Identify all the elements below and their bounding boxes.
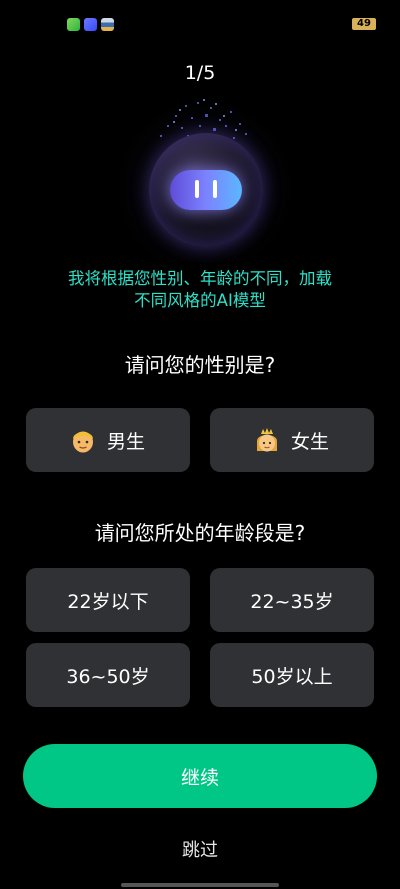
age-option-label: 36~50岁 bbox=[66, 665, 150, 688]
princess-emoji-icon bbox=[256, 428, 277, 452]
step-indicator: 1/5 bbox=[184, 62, 216, 84]
age-option-label: 22岁以下 bbox=[67, 590, 149, 613]
gender-option-female[interactable]: 女生 bbox=[210, 408, 374, 472]
age-option-label: 50岁以上 bbox=[251, 665, 333, 688]
age-option-under-22[interactable]: 22岁以下 bbox=[26, 568, 190, 632]
orb-right-eye bbox=[213, 180, 217, 198]
home-indicator[interactable] bbox=[121, 883, 279, 887]
files-app-icon bbox=[101, 18, 114, 31]
age-option-over-50[interactable]: 50岁以上 bbox=[210, 643, 374, 707]
continue-button[interactable]: 继续 bbox=[23, 744, 377, 808]
gender-option-female-label: 女生 bbox=[290, 430, 329, 453]
gender-option-male-label: 男生 bbox=[106, 430, 145, 453]
intro-message: 我将根据您性别、年龄的不同，加载 不同风格的AI模型 bbox=[30, 268, 370, 312]
messaging-app-icon bbox=[67, 18, 80, 31]
continue-button-label: 继续 bbox=[180, 766, 219, 789]
intro-line-1: 我将根据您性别、年龄的不同，加载 bbox=[68, 269, 332, 288]
ai-orb bbox=[149, 133, 263, 247]
status-bar: 49 bbox=[0, 0, 400, 48]
ai-orb-illustration bbox=[115, 97, 295, 262]
age-option-22-35[interactable]: 22~35岁 bbox=[210, 568, 374, 632]
gender-option-male[interactable]: 男生 bbox=[26, 408, 190, 472]
skip-link[interactable]: 跳过 bbox=[0, 836, 400, 862]
age-option-36-50[interactable]: 36~50岁 bbox=[26, 643, 190, 707]
age-question-title: 请问您所处的年龄段是? bbox=[94, 521, 306, 545]
vpn-app-icon bbox=[84, 18, 97, 31]
orb-left-eye bbox=[195, 180, 199, 198]
man-emoji-icon bbox=[72, 431, 93, 453]
battery-icon: 49 bbox=[352, 18, 376, 30]
age-option-label: 22~35岁 bbox=[250, 590, 334, 613]
intro-line-2: 不同风格的AI模型 bbox=[134, 291, 266, 310]
orb-face bbox=[170, 170, 242, 210]
gender-question-title: 请问您的性别是? bbox=[124, 353, 276, 377]
